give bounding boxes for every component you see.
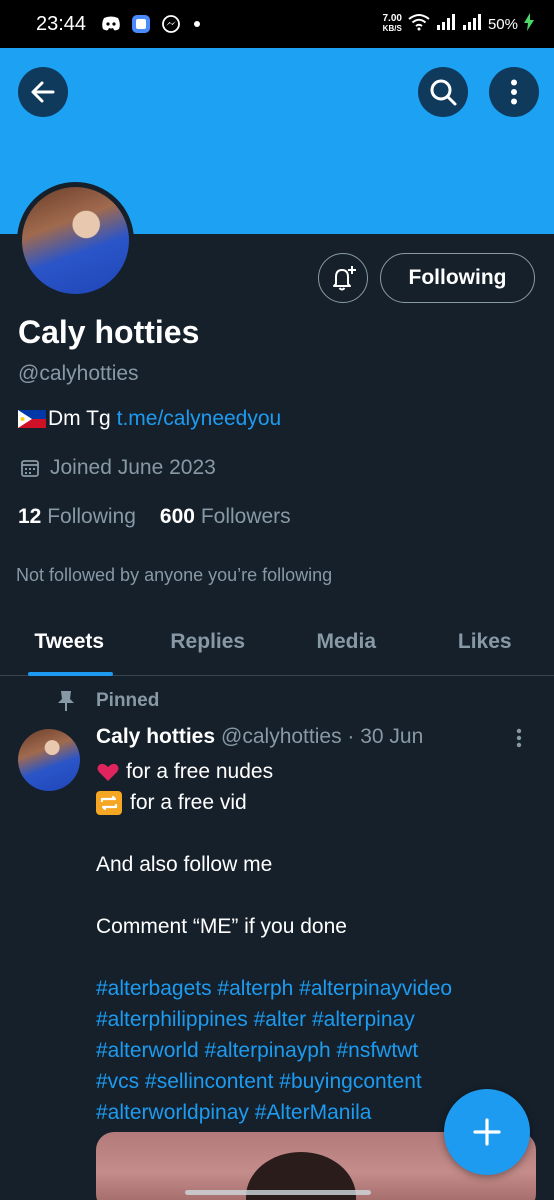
tweet-line-4: Comment “ME” if you done <box>96 915 347 938</box>
network-speed-unit: KB/S <box>382 24 402 33</box>
tweet-body: for a free nudes for a free vid And also… <box>96 756 536 1128</box>
profile-tabs: Tweets Replies Media Likes <box>0 610 554 676</box>
bell-plus-icon <box>333 266 356 291</box>
signal-icon-2 <box>462 13 482 36</box>
tab-likes[interactable]: Likes <box>416 610 554 675</box>
tab-media[interactable]: Media <box>277 610 416 675</box>
notification-dot-icon <box>194 21 201 27</box>
notifications-button[interactable] <box>318 253 368 303</box>
followers-stat[interactable]: 600 Followers <box>160 505 291 529</box>
search-icon <box>430 79 457 106</box>
follow-stats: 12 Following 600 Followers <box>18 505 291 529</box>
network-speed-value: 7.00 <box>382 13 402 24</box>
bio-text: Dm Tg <box>48 407 111 430</box>
tab-replies[interactable]: Replies <box>139 610 278 675</box>
tweet-author-meta: @calyhotties · 30 Jun <box>221 725 424 748</box>
arrow-left-icon <box>31 81 55 103</box>
charging-icon <box>524 12 534 36</box>
repeat-icon <box>96 790 122 815</box>
profile-avatar[interactable] <box>17 182 134 299</box>
more-options-button[interactable] <box>489 67 539 117</box>
bio-link[interactable]: t.me/calyneedyou <box>117 407 282 431</box>
tweet-line-3: And also follow me <box>96 853 273 876</box>
tweet-more-button[interactable] <box>516 728 522 753</box>
hashtags-line-3[interactable]: #alterworld #alterpinayph #nsfwtwt <box>96 1035 536 1066</box>
profile-name: Caly hotties <box>18 314 200 350</box>
tweet-line-2: for a free vid <box>130 791 247 814</box>
hashtags-line-2[interactable]: #alterphilippines #alter #alterpinay <box>96 1004 536 1035</box>
hashtags-line-1[interactable]: #alterbagets #alterph #alterpinayvideo <box>96 973 536 1004</box>
not-followed-note: Not followed by anyone you’re following <box>16 565 333 585</box>
tab-tweets[interactable]: Tweets <box>0 610 139 676</box>
status-bar: 23:44 7.00 KB/S 50% <box>0 0 554 48</box>
followers-count: 600 <box>159 505 195 528</box>
pinned-label: Pinned <box>96 690 160 711</box>
discord-icon <box>100 13 122 35</box>
tweet-line-1: for a free nudes <box>126 760 274 783</box>
more-vertical-icon <box>516 728 522 748</box>
following-count: 12 <box>18 505 42 528</box>
heart-icon <box>96 760 120 784</box>
tweet-header: Caly hotties @calyhotties · 30 Jun <box>96 725 423 749</box>
wifi-icon <box>408 13 430 36</box>
joined-text: Joined June 2023 <box>50 456 216 479</box>
network-speed: 7.00 KB/S <box>383 14 402 34</box>
plus-icon <box>473 1118 501 1146</box>
profile-handle: @calyhotties <box>18 362 139 385</box>
philippines-flag-icon <box>18 410 46 428</box>
home-indicator[interactable] <box>185 1190 371 1195</box>
following-button[interactable]: Following <box>380 253 535 303</box>
tweet-author-name[interactable]: Caly hotties <box>96 725 215 749</box>
back-button[interactable] <box>18 67 68 117</box>
following-stat[interactable]: 12 Following <box>18 505 136 529</box>
app-icon <box>130 13 152 35</box>
joined-date: Joined June 2023 <box>20 456 216 480</box>
more-vertical-icon <box>511 79 517 105</box>
followers-label: Followers <box>200 505 291 528</box>
tweet-avatar[interactable] <box>18 729 80 791</box>
compose-tweet-button[interactable] <box>444 1089 530 1175</box>
calendar-icon <box>21 460 39 477</box>
search-button[interactable] <box>418 67 468 117</box>
pin-icon <box>58 691 74 711</box>
profile-bio: Dm Tg t.me/calyneedyou <box>18 407 281 431</box>
signal-icon <box>436 13 456 36</box>
pinned-indicator: Pinned <box>56 690 159 712</box>
status-time: 23:44 <box>36 12 87 35</box>
messenger-icon <box>160 13 182 35</box>
following-label: Following <box>47 505 136 528</box>
battery-percent: 50% <box>487 15 518 33</box>
